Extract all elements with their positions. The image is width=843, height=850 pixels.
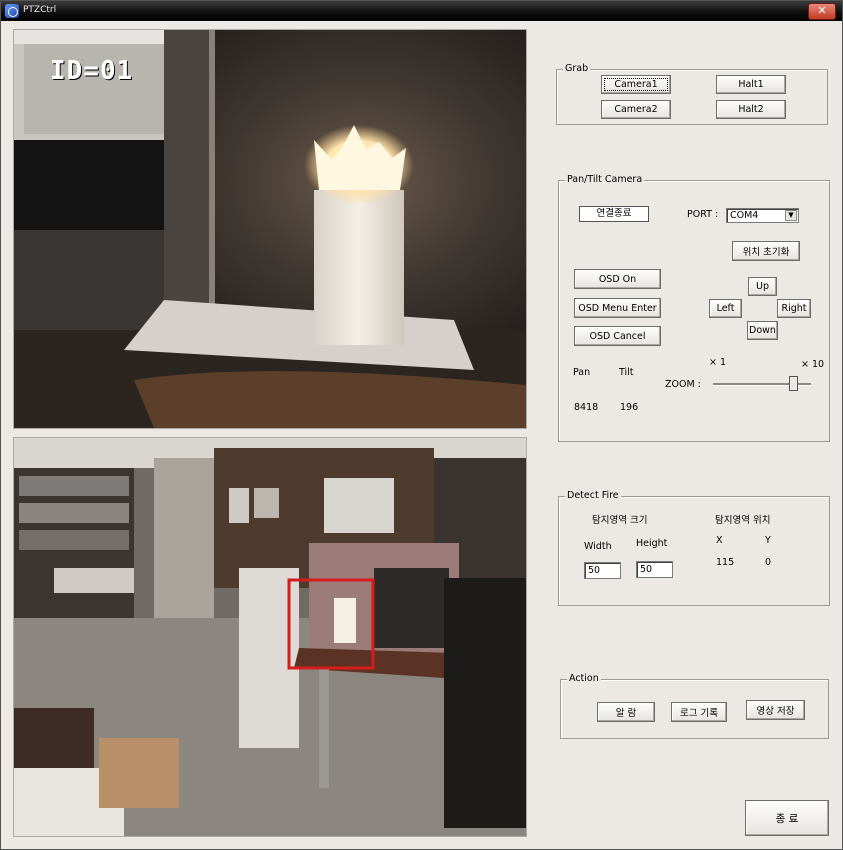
x-value: 115 [716, 557, 735, 568]
detect-position-heading: 탐지영역 위치 [715, 515, 771, 526]
y-label: Y [765, 535, 771, 546]
pan-label: Pan [573, 367, 591, 378]
osd-menu-enter-button[interactable]: OSD Menu Enter [574, 298, 661, 318]
port-label: PORT : [687, 209, 719, 220]
grab-group-title: Grab [563, 63, 591, 74]
action-group-title: Action [567, 673, 601, 684]
height-label: Height [636, 538, 668, 549]
camera2-video [13, 437, 527, 837]
camera-id-overlay: ID=01 [50, 56, 134, 86]
right-button[interactable]: Right [777, 299, 811, 318]
pantilt-group-title: Pan/Tilt Camera [565, 174, 645, 185]
candle-scene-image [14, 30, 526, 428]
chevron-down-icon[interactable]: ▼ [785, 210, 797, 221]
app-icon [5, 4, 19, 18]
window-title: PTZCtrl [23, 5, 57, 15]
zoom-max-label: × 10 [801, 359, 825, 370]
detect-fire-group-title: Detect Fire [565, 490, 621, 501]
halt1-button[interactable]: Halt1 [716, 75, 786, 94]
zoom-slider-thumb[interactable] [788, 376, 798, 391]
port-select-value: COM4 [730, 210, 759, 221]
width-input[interactable]: 50 [584, 562, 621, 579]
width-label: Width [584, 541, 612, 552]
camera2-button[interactable]: Camera2 [601, 100, 671, 119]
pan-value: 8418 [574, 402, 599, 413]
tilt-label: Tilt [619, 367, 634, 378]
zoom-min-label: × 1 [709, 357, 727, 368]
y-value: 0 [765, 557, 772, 568]
down-button[interactable]: Down [747, 321, 778, 340]
title-bar: PTZCtrl ✕ [1, 1, 842, 21]
left-button[interactable]: Left [709, 299, 742, 318]
detect-size-heading: 탐지영역 크기 [592, 515, 648, 526]
office-scene-image [14, 438, 526, 836]
halt2-button[interactable]: Halt2 [716, 100, 786, 119]
up-button[interactable]: Up [748, 277, 777, 296]
tilt-value: 196 [620, 402, 639, 413]
log-record-button[interactable]: 로그 기록 [671, 702, 727, 722]
camera1-button[interactable]: Camera1 [601, 75, 671, 94]
port-select[interactable]: COM4 ▼ [726, 208, 799, 223]
osd-on-button[interactable]: OSD On [574, 269, 661, 289]
reset-position-button[interactable]: 위치 초기화 [732, 241, 800, 261]
grab-group: Grab [556, 63, 828, 125]
height-input[interactable]: 50 [636, 561, 673, 578]
zoom-label: ZOOM : [665, 379, 701, 390]
close-button[interactable]: ✕ [808, 3, 836, 20]
main-window: PTZCtrl ✕ ID=01 Grab Camera1 Halt1 Camer… [0, 0, 843, 850]
osd-cancel-button[interactable]: OSD Cancel [574, 326, 661, 346]
exit-button[interactable]: 종 료 [745, 800, 829, 836]
connection-status: 연결종료 [579, 206, 649, 222]
alarm-button[interactable]: 알 람 [597, 702, 655, 722]
camera1-video: ID=01 [13, 29, 527, 429]
save-video-button[interactable]: 영상 저장 [746, 700, 805, 720]
x-label: X [716, 535, 723, 546]
